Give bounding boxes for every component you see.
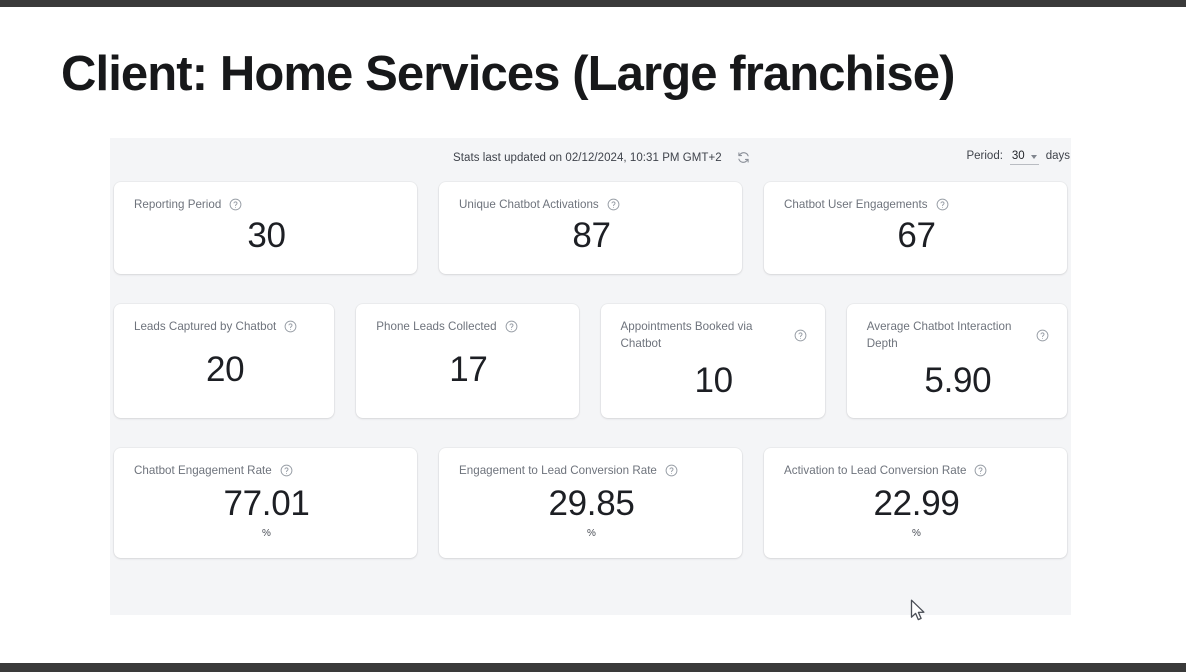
card-value: 87 (572, 215, 611, 255)
stats-updated-text: Stats last updated on 02/12/2024, 10:31 … (453, 152, 722, 164)
card-value-block: 5.90 (867, 352, 1049, 404)
metric-card-leads-captured-by-chatbot[interactable]: Leads Captured by Chatbot 20 (114, 304, 335, 418)
chevron-down-icon (1030, 155, 1037, 159)
card-unit: % (912, 527, 921, 539)
card-value-block: 67 (784, 213, 1049, 260)
card-header: Reporting Period (134, 196, 399, 213)
refresh-stats-button[interactable] (737, 151, 750, 164)
card-label: Leads Captured by Chatbot (134, 320, 277, 333)
help-circle-icon[interactable] (794, 329, 807, 342)
stats-updated-status: Stats last updated on 02/12/2024, 10:31 … (110, 151, 1071, 164)
help-circle-icon[interactable] (280, 464, 293, 477)
card-header: Average Chatbot Interaction Depth (867, 318, 1049, 352)
card-label: Phone Leads Collected (376, 320, 497, 333)
card-value: 20 (205, 349, 245, 389)
card-header: Phone Leads Collected (376, 318, 560, 335)
metric-card-reporting-period[interactable]: Reporting Period 30 (114, 182, 417, 274)
card-header: Chatbot User Engagements (784, 196, 1049, 213)
period-selector[interactable]: Period: 30 days (966, 150, 1070, 165)
card-value: 29.85 (548, 483, 635, 523)
card-value: 30 (247, 215, 286, 255)
help-circle-icon[interactable] (936, 198, 949, 211)
card-header: Activation to Lead Conversion Rate (784, 462, 1049, 479)
metric-card-engagement-to-lead-conversion-rate[interactable]: Engagement to Lead Conversion Rate 29.85… (439, 448, 742, 558)
video-letterbox-top (0, 0, 1186, 7)
video-letterbox-bottom (0, 663, 1186, 672)
card-unit: % (587, 527, 596, 539)
card-label: Chatbot User Engagements (784, 198, 928, 211)
metric-card-appointments-booked-via-chatbot[interactable]: Appointments Booked via Chatbot 10 (600, 304, 825, 418)
metric-card-grid: Reporting Period 30 Unique Chatbot Activ… (110, 182, 1071, 558)
card-header: Chatbot Engagement Rate (134, 462, 399, 479)
help-circle-icon[interactable] (974, 464, 987, 477)
period-value: 30 (1011, 150, 1025, 162)
card-value-block: 30 (134, 213, 399, 260)
metric-card-phone-leads-collected[interactable]: Phone Leads Collected 17 (356, 304, 579, 418)
card-value-block: 87 (459, 213, 724, 260)
card-label: Reporting Period (134, 198, 222, 211)
analytics-dashboard-panel: Stats last updated on 02/12/2024, 10:31 … (110, 138, 1071, 615)
card-header: Unique Chatbot Activations (459, 196, 724, 213)
card-value: 22.99 (873, 483, 960, 523)
card-unit: % (262, 527, 271, 539)
help-circle-icon[interactable] (1036, 329, 1049, 342)
card-value: 10 (694, 361, 733, 400)
metric-card-activation-to-lead-conversion-rate[interactable]: Activation to Lead Conversion Rate 22.99… (764, 448, 1067, 558)
card-label: Activation to Lead Conversion Rate (784, 464, 967, 477)
help-circle-icon[interactable] (284, 320, 297, 333)
metric-card-unique-chatbot-activations[interactable]: Unique Chatbot Activations 87 (439, 182, 742, 274)
card-value: 17 (449, 349, 488, 389)
card-value: 77.01 (223, 483, 310, 523)
card-value-block: 17 (376, 335, 560, 404)
help-circle-icon[interactable] (607, 198, 620, 211)
help-circle-icon[interactable] (505, 320, 518, 333)
metric-card-chatbot-engagement-rate[interactable]: Chatbot Engagement Rate 77.01 % (114, 448, 417, 558)
metric-row-1: Reporting Period 30 Unique Chatbot Activ… (112, 182, 1069, 274)
card-value: 5.90 (924, 361, 992, 400)
dashboard-header: Stats last updated on 02/12/2024, 10:31 … (110, 138, 1071, 182)
card-label: Chatbot Engagement Rate (134, 464, 272, 477)
metric-row-2: Leads Captured by Chatbot 20 Phone Leads… (112, 304, 1069, 418)
help-circle-icon[interactable] (665, 464, 678, 477)
metric-card-average-chatbot-interaction-depth[interactable]: Average Chatbot Interaction Depth 5.90 (846, 304, 1067, 418)
card-value-block: 22.99 % (784, 479, 1049, 544)
card-value-block: 29.85 % (459, 479, 724, 544)
card-header: Engagement to Lead Conversion Rate (459, 462, 724, 479)
refresh-icon (738, 152, 749, 163)
help-circle-icon[interactable] (229, 198, 242, 211)
card-header: Appointments Booked via Chatbot (621, 318, 807, 352)
period-label: Period: (966, 150, 1003, 162)
page-title: Client: Home Services (Large franchise) (61, 47, 955, 101)
card-label: Appointments Booked via Chatbot (620, 320, 753, 350)
metric-row-3: Chatbot Engagement Rate 77.01 % Engageme… (112, 448, 1069, 558)
card-value-block: 77.01 % (134, 479, 399, 544)
card-header: Leads Captured by Chatbot (134, 318, 316, 335)
card-value-block: 20 (134, 335, 316, 404)
period-unit: days (1045, 150, 1070, 162)
card-value: 67 (897, 215, 936, 255)
slide-canvas: Client: Home Services (Large franchise) … (0, 7, 1186, 663)
card-label: Unique Chatbot Activations (459, 198, 599, 211)
period-dropdown[interactable]: 30 (1009, 150, 1039, 165)
card-label: Engagement to Lead Conversion Rate (459, 464, 657, 477)
card-label: Average Chatbot Interaction Depth (866, 320, 1012, 350)
metric-card-chatbot-user-engagements[interactable]: Chatbot User Engagements 67 (764, 182, 1067, 274)
card-value-block: 10 (621, 352, 807, 404)
